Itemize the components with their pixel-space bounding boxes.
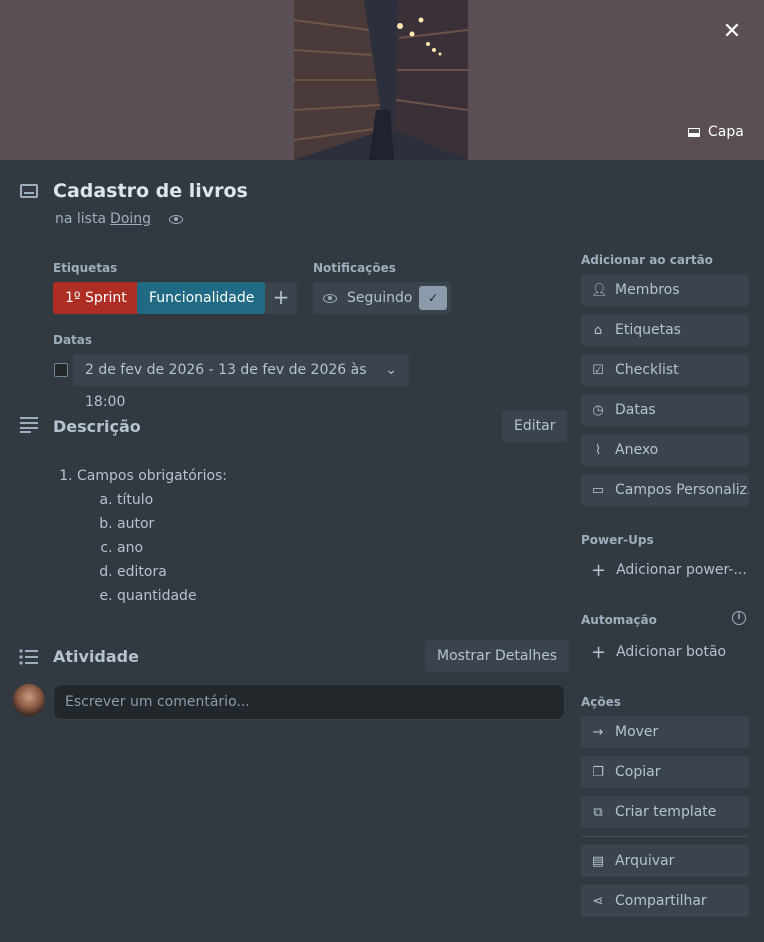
list-link[interactable]: Doing — [110, 211, 151, 227]
list-item: título — [117, 488, 227, 512]
chevron-down-icon: ⌄ — [385, 362, 397, 378]
template-icon: ⧉ — [593, 804, 603, 820]
create-template-label: Criar template — [615, 804, 717, 820]
card-icon — [20, 184, 38, 198]
list-item: quantidade — [117, 584, 227, 608]
attachment-label: Anexo — [615, 442, 659, 458]
share-button[interactable]: ⋖ Compartilhar — [581, 885, 749, 917]
cover-icon — [688, 127, 700, 137]
close-icon[interactable]: ✕ — [716, 16, 748, 48]
label-sprint[interactable]: 1º Sprint — [53, 282, 139, 314]
description-icon — [19, 414, 39, 438]
cover-image — [294, 0, 468, 160]
list-item: ano — [117, 536, 227, 560]
avatar[interactable] — [13, 684, 45, 716]
dates-button[interactable]: ◷ Datas — [581, 394, 749, 426]
checklist-label: Checklist — [615, 362, 679, 378]
description-heading: Descrição — [53, 417, 141, 436]
paperclip-icon: ⌇ — [594, 442, 602, 458]
add-powerup-button[interactable]: + Adicionar power-... — [581, 554, 749, 586]
edit-description-button[interactable]: Editar — [502, 410, 568, 442]
follow-label: Seguindo — [347, 290, 413, 306]
share-label: Compartilhar — [615, 893, 707, 909]
checklist-icon: ☑ — [592, 362, 604, 378]
labels-button[interactable]: ⌂ Etiquetas — [581, 314, 749, 346]
description-content[interactable]: Campos obrigatórios: título autor ano ed… — [62, 464, 227, 608]
members-button[interactable]: 👤︎ Membros — [581, 274, 749, 306]
custom-fields-icon: ▭ — [591, 482, 605, 498]
list-item: autor — [117, 512, 227, 536]
copy-button[interactable]: ❐ Copiar — [581, 756, 749, 788]
notifications-heading: Notificações — [313, 261, 396, 275]
library-shelves-image — [294, 0, 468, 160]
custom-fields-label: Campos Personaliz... — [615, 482, 749, 498]
add-button-button[interactable]: + Adicionar botão — [581, 636, 749, 668]
arrow-right-icon: → — [592, 724, 604, 740]
attachment-button[interactable]: ⌇ Anexo — [581, 434, 749, 466]
add-to-card-heading: Adicionar ao cartão — [581, 253, 713, 267]
eye-icon — [323, 293, 337, 303]
move-label: Mover — [615, 724, 659, 740]
cover-button-label: Capa — [708, 124, 744, 140]
add-button-label: Adicionar botão — [616, 644, 727, 660]
plus-icon: + — [591, 641, 607, 663]
user-icon: 👤︎ — [591, 282, 608, 298]
labels-heading: Etiquetas — [53, 261, 118, 275]
archive-button[interactable]: ▤ Arquivar — [581, 845, 749, 877]
members-label: Membros — [615, 282, 680, 298]
info-icon[interactable]: i — [732, 611, 746, 625]
list-prefix: na lista — [55, 211, 107, 227]
clock-icon: ◷ — [592, 402, 604, 418]
tag-icon: ⌂ — [593, 322, 603, 338]
add-powerup-label: Adicionar power-... — [616, 562, 747, 578]
comment-input[interactable]: Escrever um comentário... — [53, 684, 565, 720]
check-icon: ✓ — [419, 286, 447, 310]
date-button[interactable]: 2 de fev de 2026 - 13 de fev de 2026 às … — [73, 354, 409, 410]
activity-heading: Atividade — [53, 647, 139, 666]
dates-label: Datas — [615, 402, 656, 418]
card-title[interactable]: Cadastro de livros — [53, 180, 248, 202]
actions-heading: Ações — [581, 695, 621, 709]
date-complete-checkbox[interactable] — [54, 363, 68, 377]
divider — [581, 836, 749, 837]
move-button[interactable]: → Mover — [581, 716, 749, 748]
add-label-button[interactable]: + — [265, 282, 297, 314]
cover-button[interactable]: Capa — [678, 116, 754, 148]
list-item: editora — [117, 560, 227, 584]
follow-button[interactable]: Seguindo ✓ — [313, 282, 451, 314]
automation-heading: Automação — [581, 613, 657, 627]
dates-heading: Datas — [53, 333, 93, 347]
label-funcionalidade[interactable]: Funcionalidade — [137, 282, 267, 314]
archive-label: Arquivar — [615, 853, 675, 869]
copy-icon: ❐ — [592, 764, 604, 780]
show-details-button[interactable]: Mostrar Detalhes — [425, 640, 570, 672]
powerups-heading: Power-Ups — [581, 533, 654, 547]
share-icon: ⋖ — [592, 893, 604, 909]
list-item: Campos obrigatórios: título autor ano ed… — [77, 464, 227, 608]
date-value: 2 de fev de 2026 - 13 de fev de 2026 às … — [85, 362, 367, 410]
eye-icon — [169, 214, 184, 224]
checklist-button[interactable]: ☑ Checklist — [581, 354, 749, 386]
plus-icon: + — [591, 559, 607, 581]
custom-fields-button[interactable]: ▭ Campos Personaliz... — [581, 474, 749, 506]
card-cover: ✕ Capa — [0, 0, 764, 160]
activity-icon — [19, 647, 39, 671]
list-info: na lista Doing — [55, 211, 184, 227]
archive-icon: ▤ — [591, 853, 605, 869]
copy-label: Copiar — [615, 764, 661, 780]
create-template-button[interactable]: ⧉ Criar template — [581, 796, 749, 828]
labels-label: Etiquetas — [615, 322, 681, 338]
